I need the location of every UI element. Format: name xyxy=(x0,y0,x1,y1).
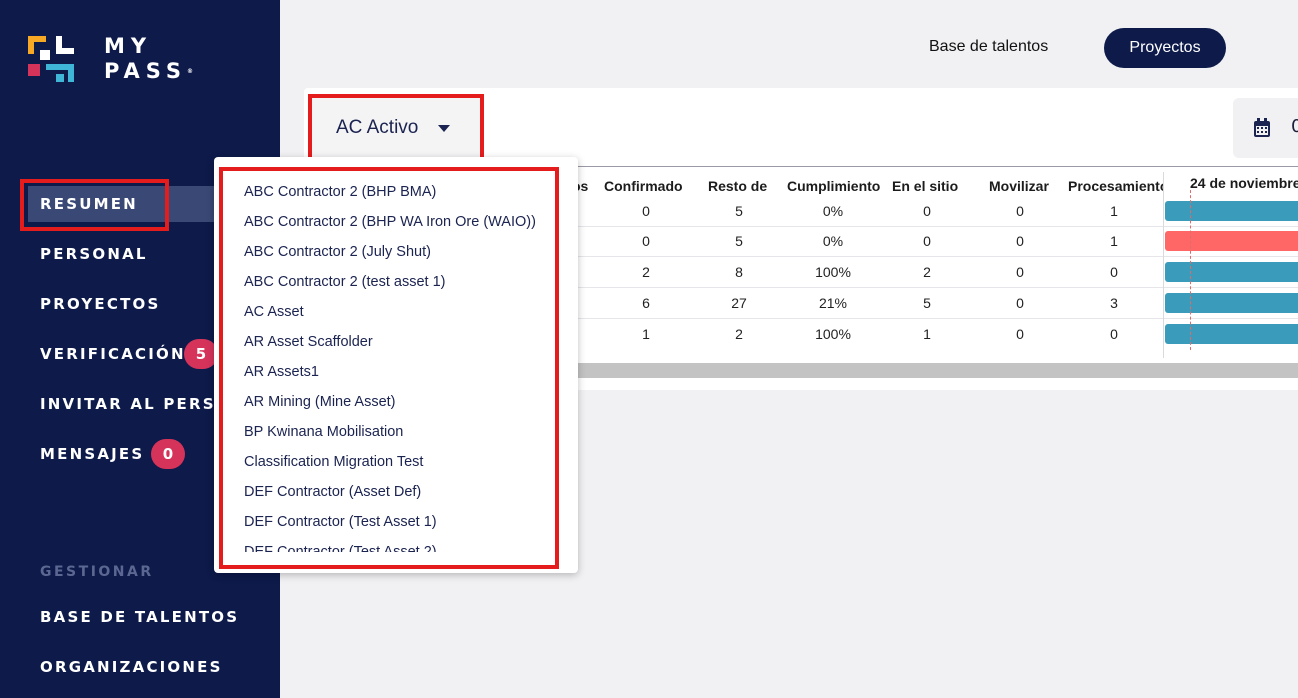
col-header-en-el-sitio: En el sitio xyxy=(892,178,959,194)
cell-cumplimiento: 0% xyxy=(822,233,844,249)
cell-resto: 27 xyxy=(731,295,747,311)
horizontal-scrollbar[interactable] xyxy=(560,363,1298,378)
gantt-bar[interactable] xyxy=(1165,293,1298,313)
nav-link-base-de-talentos[interactable]: Base de talentos xyxy=(929,38,1048,56)
gantt-today-line xyxy=(1190,190,1191,350)
gantt-bar[interactable] xyxy=(1165,324,1298,344)
gantt-date-header: 24 de noviembre xyxy=(1190,175,1298,191)
cell-en-el-sitio: 2 xyxy=(923,264,931,280)
cell-en-el-sitio: 1 xyxy=(923,326,931,342)
cell-cumplimiento: 100% xyxy=(815,264,851,280)
sidebar-item-proyectos[interactable]: PROYECTOS xyxy=(40,295,160,313)
cell-procesamiento: 1 xyxy=(1110,233,1118,249)
table-row-divider xyxy=(530,226,1298,227)
cell-movilizar: 0 xyxy=(1016,264,1024,280)
table-row-divider xyxy=(530,287,1298,288)
sidebar-item-organizaciones[interactable]: ORGANIZACIONES xyxy=(40,658,223,676)
brand-registered-mark: ® xyxy=(187,68,194,75)
col-header-movilizar: Movilizar xyxy=(989,178,1049,194)
calendar-icon xyxy=(1254,118,1270,137)
date-picker-button[interactable]: 0 xyxy=(1233,98,1298,158)
brand-name: MY PASS® xyxy=(104,34,193,84)
col-header-procesamiento: Procesamiento xyxy=(1068,178,1163,194)
cell-procesamiento: 1 xyxy=(1110,203,1118,219)
cell-cumplimiento: 21% xyxy=(818,295,848,311)
asset-select[interactable]: AC Activo xyxy=(308,94,484,162)
mypass-logo-icon xyxy=(28,36,74,82)
cell-en-el-sitio: 0 xyxy=(923,203,931,219)
gantt-separator xyxy=(1163,172,1164,358)
cell-resto: 2 xyxy=(735,326,743,342)
cell-confirmado: 6 xyxy=(642,295,650,311)
brand-logo[interactable]: MY PASS® xyxy=(28,34,198,84)
cell-en-el-sitio: 5 xyxy=(923,295,931,311)
gantt-bar[interactable] xyxy=(1165,262,1298,282)
sidebar-item-verificacion[interactable]: VERIFICACIÓN xyxy=(40,345,186,363)
brand-line-2: PASS xyxy=(104,59,188,83)
cell-resto: 5 xyxy=(735,203,743,219)
cell-en-el-sitio: 0 xyxy=(923,233,931,249)
cell-confirmado: 1 xyxy=(642,326,650,342)
cell-resto: 5 xyxy=(735,233,743,249)
cell-confirmado: 0 xyxy=(642,233,650,249)
cell-resto: 8 xyxy=(735,264,743,280)
gantt-bar[interactable] xyxy=(1165,201,1298,221)
date-picker-text: 0 xyxy=(1291,116,1298,137)
col-header-cumplimiento: Cumplimiento xyxy=(787,178,881,194)
col-header-confirmado: Confirmado xyxy=(604,178,683,194)
table-row-divider xyxy=(530,256,1298,257)
sidebar-item-personal[interactable]: PERSONAL xyxy=(40,245,148,263)
cell-movilizar: 0 xyxy=(1016,295,1024,311)
asset-select-value: AC Activo xyxy=(336,117,419,138)
cell-movilizar: 0 xyxy=(1016,233,1024,249)
sidebar-item-base-de-talentos[interactable]: BASE DE TALENTOS xyxy=(40,608,239,626)
caret-down-icon xyxy=(438,124,451,132)
highlight-dropdown-box xyxy=(219,167,559,569)
sidebar-item-mensajes[interactable]: MENSAJES xyxy=(40,445,144,463)
cell-procesamiento: 3 xyxy=(1110,295,1118,311)
table-header-divider xyxy=(530,166,1298,167)
brand-line-1: MY xyxy=(104,34,153,58)
messages-count-badge: 0 xyxy=(151,439,185,469)
col-header-resto: Resto de xyxy=(708,178,768,194)
table-row-divider xyxy=(530,318,1298,319)
cell-movilizar: 0 xyxy=(1016,203,1024,219)
cell-confirmado: 0 xyxy=(642,203,650,219)
cell-procesamiento: 0 xyxy=(1110,326,1118,342)
cell-movilizar: 0 xyxy=(1016,326,1024,342)
cell-procesamiento: 0 xyxy=(1110,264,1118,280)
gantt-bar[interactable] xyxy=(1165,231,1298,251)
cell-cumplimiento: 100% xyxy=(815,326,851,342)
nav-section-gestionar: GESTIONAR xyxy=(40,564,154,580)
cell-confirmado: 2 xyxy=(642,264,650,280)
verification-count-badge: 5 xyxy=(184,339,218,369)
nav-button-proyectos[interactable]: Proyectos xyxy=(1104,28,1226,68)
cell-cumplimiento: 0% xyxy=(822,203,844,219)
highlight-resumen-box xyxy=(20,179,169,231)
